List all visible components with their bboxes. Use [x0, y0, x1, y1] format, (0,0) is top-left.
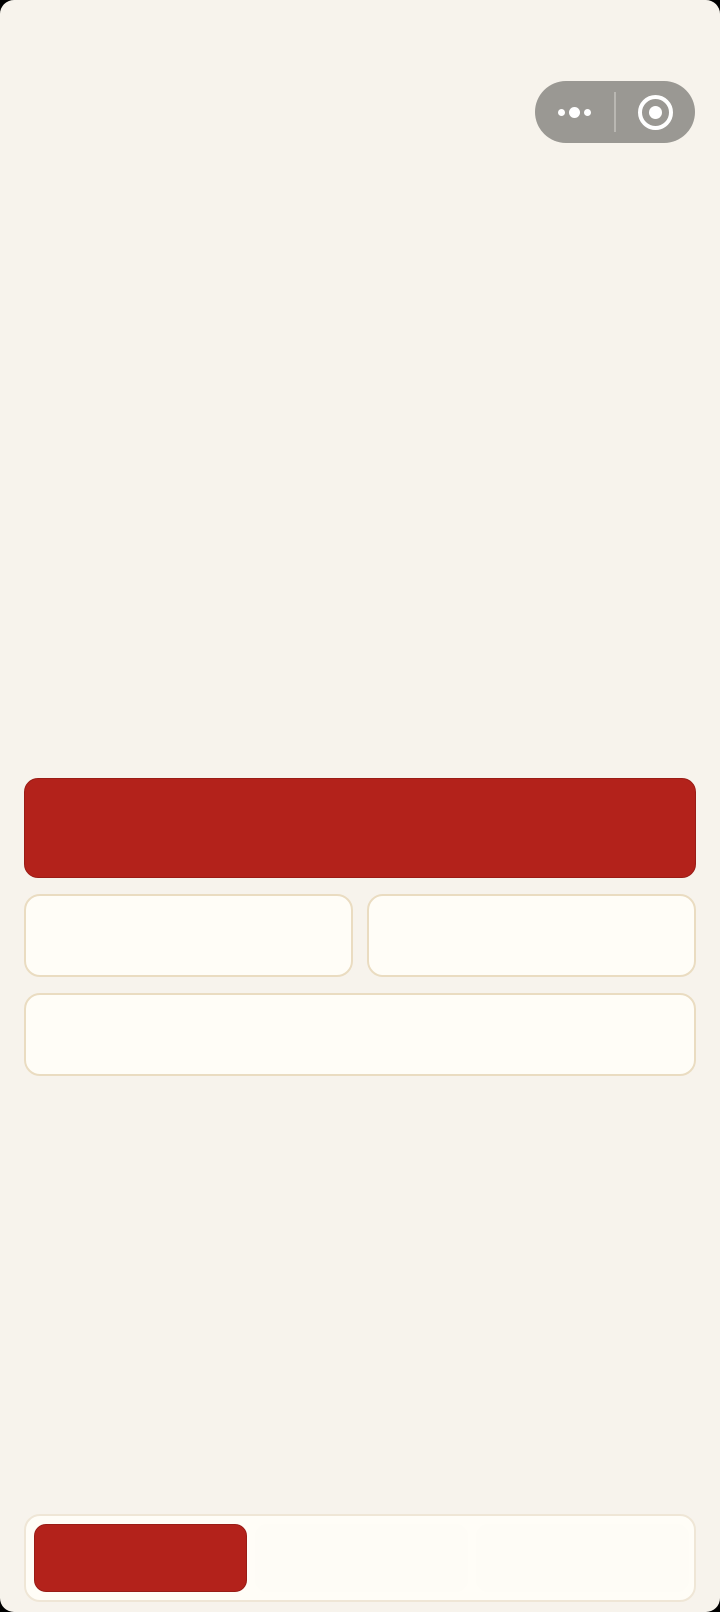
app-screen — [0, 0, 720, 1612]
mini-program-capsule — [535, 81, 695, 143]
close-button[interactable] — [616, 81, 695, 143]
bottom-tab-bar — [24, 1514, 696, 1602]
primary-action-button[interactable] — [24, 778, 696, 878]
target-core — [649, 105, 662, 119]
dot — [558, 108, 565, 116]
more-button[interactable] — [535, 81, 614, 143]
tab-1[interactable] — [34, 1524, 247, 1592]
dot — [584, 108, 591, 116]
option-card-left[interactable] — [24, 894, 353, 977]
target-circle-icon — [638, 94, 673, 130]
dot — [569, 106, 580, 118]
option-card-wide[interactable] — [24, 993, 696, 1076]
option-card-right[interactable] — [367, 894, 696, 977]
more-dots-icon — [558, 106, 591, 118]
tab-3[interactable] — [476, 1524, 689, 1592]
tab-2[interactable] — [255, 1524, 468, 1592]
